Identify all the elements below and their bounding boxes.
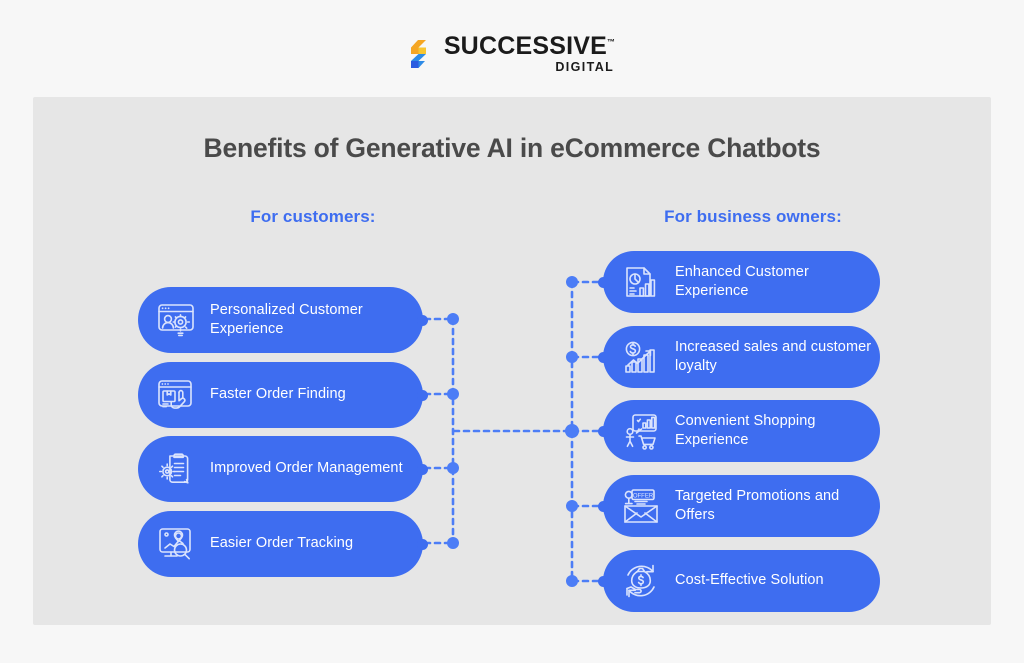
benefit-pill-personalized-customer-experience[interactable]: Personalized Customer Experience <box>138 287 428 353</box>
benefit-pill-enhanced-customer-experience[interactable]: Enhanced Customer Experience <box>598 251 880 313</box>
benefit-pill-targeted-promotions-and-offers[interactable]: OFFER Targeted Promotions and Offers <box>598 475 880 537</box>
shopper-cart-chart-icon <box>619 409 663 453</box>
benefit-label: Increased sales and customer loyalty <box>675 338 872 374</box>
brand-name: SUCCESSIVE <box>443 32 607 60</box>
svg-text:OFFER: OFFER <box>633 493 654 499</box>
benefit-label: Cost-Effective Solution <box>675 572 824 589</box>
map-route-search-icon <box>154 522 198 566</box>
benefit-label: Enhanced Customer Experience <box>675 263 809 299</box>
benefit-label: Improved Order Management <box>210 460 403 477</box>
benefit-label: Personalized Customer Experience <box>210 301 363 337</box>
connector-nub <box>417 463 428 475</box>
brand-tagline: DIGITAL <box>555 60 615 74</box>
clipboard-gear-icon <box>154 447 198 491</box>
browser-user-idea-icon <box>154 298 198 342</box>
dollar-growth-chart-icon <box>619 335 663 379</box>
column-heading-business: For business owners: <box>664 207 842 226</box>
trademark-symbol: ™ <box>606 37 616 47</box>
benefit-pill-improved-order-management[interactable]: Improved Order Management <box>138 436 428 502</box>
column-heading-customers: For customers: <box>250 207 376 226</box>
benefit-pill-cost-effective-solution[interactable]: Cost-Effective Solution <box>598 550 880 612</box>
connector-nub <box>598 351 609 363</box>
connector-nub <box>598 575 609 587</box>
connector-nub <box>598 500 609 512</box>
money-bag-hand-cycle-icon <box>619 559 663 603</box>
browser-package-tap-icon <box>154 373 198 417</box>
connector-nub <box>598 425 609 437</box>
infographic-card: Benefits of Generative AI in eCommerce C… <box>33 97 991 625</box>
page-title: Benefits of Generative AI in eCommerce C… <box>203 133 821 163</box>
connector-nub <box>417 538 428 550</box>
benefit-label: Targeted Promotions and Offers <box>675 487 840 523</box>
benefit-pill-faster-order-finding[interactable]: Faster Order Finding <box>138 362 428 428</box>
successive-logo-icon <box>409 39 435 69</box>
benefit-pill-easier-order-tracking[interactable]: Easier Order Tracking <box>138 511 428 577</box>
benefit-label: Faster Order Finding <box>210 386 346 403</box>
connector-nub <box>598 276 609 288</box>
benefit-label: Easier Order Tracking <box>210 535 354 552</box>
benefit-pill-convenient-shopping-experience[interactable]: Convenient Shopping Experience <box>598 400 880 462</box>
benefit-label: Convenient Shopping Experience <box>675 412 816 448</box>
brand-logo: SUCCESSIVE™ DIGITAL <box>0 34 1024 74</box>
connector-nub <box>417 389 428 401</box>
infographic-page: SUCCESSIVE™ DIGITAL Benefits of Generati… <box>0 0 1024 663</box>
benefit-pill-increased-sales-and-customer-loyalty[interactable]: Increased sales and customer loyalty <box>598 326 880 388</box>
connector-nub <box>417 314 428 326</box>
envelope-offer-megaphone-icon: OFFER <box>619 484 663 528</box>
report-piechart-barchart-icon <box>619 260 663 304</box>
